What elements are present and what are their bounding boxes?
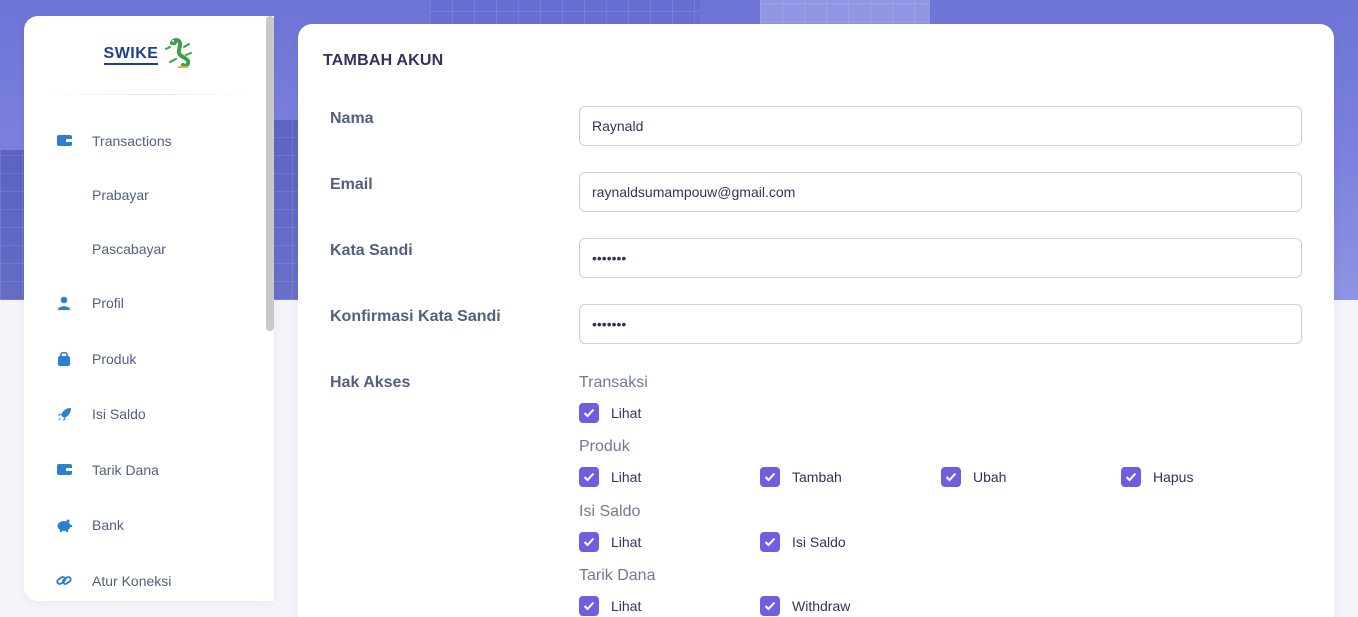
- sidebar-item-pascabayar[interactable]: Pascabayar: [24, 222, 274, 276]
- access-group-title: Transaksi: [579, 374, 648, 391]
- sidebar-item-profil[interactable]: Profil: [24, 276, 274, 332]
- transaksi-lihat-checkbox[interactable]: Lihat: [579, 403, 641, 423]
- checkbox-label: Withdraw: [792, 598, 851, 614]
- page-title: TAMBAH AKUN: [323, 52, 444, 69]
- sidebar-scrollbar[interactable]: [266, 16, 274, 331]
- nama-input[interactable]: [579, 106, 1302, 146]
- checkbox-label: Isi Saldo: [792, 534, 846, 550]
- check-icon: [760, 596, 780, 616]
- user-icon: [56, 295, 72, 311]
- divider: [44, 94, 254, 95]
- produk-hapus-checkbox[interactable]: Hapus: [1121, 467, 1193, 487]
- access-rights-label: Hak Akses: [330, 374, 411, 391]
- bag-icon: [56, 351, 72, 367]
- email-input[interactable]: [579, 172, 1302, 212]
- sidebar: SWIKE Transactions Prabayar Pascabayar P…: [24, 16, 274, 601]
- checkbox-label: Lihat: [611, 598, 642, 614]
- wallet-icon: [56, 133, 72, 149]
- access-group-title: Isi Saldo: [579, 503, 641, 520]
- sidebar-item-label: Prabayar: [92, 187, 149, 204]
- password-label: Kata Sandi: [330, 242, 413, 259]
- produk-tambah-checkbox[interactable]: Tambah: [760, 467, 842, 487]
- sidebar-item-prabayar[interactable]: Prabayar: [24, 169, 274, 223]
- sidebar-item-label: Profil: [92, 295, 124, 312]
- add-account-card: TAMBAH AKUN Nama Email Kata Sandi Konfir…: [298, 24, 1334, 617]
- sidebar-item-label: Produk: [92, 350, 137, 367]
- sidebar-item-tarik-dana[interactable]: Tarik Dana: [24, 442, 274, 498]
- tarik-dana-lihat-checkbox[interactable]: Lihat: [579, 596, 641, 616]
- brand-name: SWIKE: [103, 45, 159, 65]
- confirm-password-input[interactable]: [579, 304, 1302, 344]
- password-input[interactable]: [579, 238, 1302, 278]
- nama-label: Nama: [330, 110, 374, 127]
- sidebar-item-label: Isi Saldo: [92, 406, 146, 423]
- sidebar-nav: Transactions Prabayar Pascabayar Profil …: [24, 113, 274, 609]
- checkbox-label: Tambah: [792, 469, 842, 485]
- check-icon: [579, 403, 599, 423]
- check-icon: [941, 467, 961, 487]
- sidebar-item-label: Atur Koneksi: [92, 572, 172, 589]
- check-icon: [1121, 467, 1141, 487]
- check-icon: [579, 596, 599, 616]
- wallet-icon: [56, 462, 72, 478]
- sidebar-item-label: Transactions: [92, 132, 172, 149]
- link-icon: [56, 573, 72, 589]
- check-icon: [760, 532, 780, 552]
- isi-saldo-isi-checkbox[interactable]: Isi Saldo: [760, 532, 846, 552]
- check-icon: [579, 467, 599, 487]
- checkbox-label: Hapus: [1153, 469, 1194, 485]
- brand-logo[interactable]: SWIKE: [24, 16, 274, 94]
- check-icon: [579, 532, 599, 552]
- confirm-password-label: Konfirmasi Kata Sandi: [330, 308, 501, 325]
- sidebar-item-atur-koneksi[interactable]: Atur Koneksi: [24, 553, 274, 609]
- rocket-icon: [56, 406, 72, 422]
- checkbox-label: Lihat: [611, 534, 642, 550]
- produk-ubah-checkbox[interactable]: Ubah: [941, 467, 1006, 487]
- piggy-bank-icon: [56, 517, 72, 533]
- checkbox-label: Lihat: [611, 469, 642, 485]
- checkbox-label: Lihat: [611, 405, 642, 421]
- email-label: Email: [330, 176, 373, 193]
- sidebar-item-transactions[interactable]: Transactions: [24, 113, 274, 169]
- access-group-title: Produk: [579, 438, 630, 455]
- sidebar-item-bank[interactable]: Bank: [24, 498, 274, 554]
- sidebar-item-label: Bank: [92, 517, 124, 534]
- sidebar-item-label: Tarik Dana: [92, 461, 159, 478]
- check-icon: [760, 467, 780, 487]
- checkbox-label: Ubah: [973, 469, 1007, 485]
- produk-lihat-checkbox[interactable]: Lihat: [579, 467, 641, 487]
- background-building: [270, 120, 300, 300]
- access-group-title: Tarik Dana: [579, 567, 656, 584]
- sidebar-item-label: Pascabayar: [92, 240, 166, 257]
- isi-saldo-lihat-checkbox[interactable]: Lihat: [579, 532, 641, 552]
- gecko-logo-icon: [164, 37, 194, 74]
- tarik-dana-withdraw-checkbox[interactable]: Withdraw: [760, 596, 850, 616]
- sidebar-item-produk[interactable]: Produk: [24, 331, 274, 387]
- sidebar-item-isi-saldo[interactable]: Isi Saldo: [24, 387, 274, 443]
